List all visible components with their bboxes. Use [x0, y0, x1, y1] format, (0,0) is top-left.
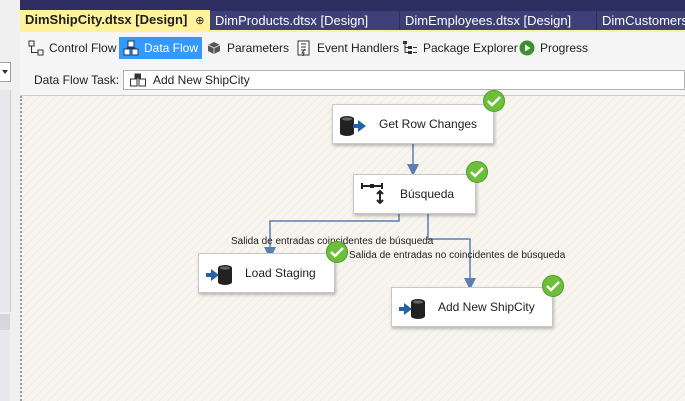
tab-parameters[interactable]: Parameters	[206, 37, 289, 59]
success-check-icon	[326, 241, 348, 263]
designer-toolbar: Control Flow Data Flow Parameters Event …	[20, 30, 685, 64]
path-busqueda-to-add-new-shipcity	[427, 214, 476, 290]
tab-event-handlers[interactable]: Event Handlers	[296, 37, 399, 59]
tab-dimcustomers[interactable]: DimCustomers	[597, 11, 685, 30]
component-load-staging[interactable]: Load Staging	[198, 253, 335, 293]
data-flow-task-icon	[130, 73, 146, 87]
component-add-new-shipcity[interactable]: Add New ShipCity	[391, 287, 553, 327]
tab-label: DimShipCity.dtsx [Design]	[25, 12, 188, 27]
tab-dimproducts[interactable]: DimProducts.dtsx [Design]	[210, 11, 399, 30]
component-label: Add New ShipCity	[438, 300, 535, 314]
pin-icon[interactable]: ⊕	[195, 15, 204, 27]
left-panel-selected-row[interactable]	[0, 314, 10, 330]
component-label: Búsqueda	[400, 187, 455, 201]
event-handlers-icon	[297, 40, 310, 56]
tab-control-flow[interactable]: Control Flow	[28, 37, 116, 59]
left-panel	[0, 0, 21, 401]
data-flow-task-select[interactable]: Add New ShipCity	[123, 70, 685, 90]
component-busqueda[interactable]: Búsqueda	[353, 174, 476, 214]
success-check-icon	[483, 90, 505, 112]
data-flow-task-value: Add New ShipCity	[153, 73, 250, 87]
tab-label: DimProducts.dtsx [Design]	[215, 13, 369, 28]
tab-data-flow[interactable]: Data Flow	[119, 37, 203, 59]
data-flow-task-label: Data Flow Task:	[34, 73, 120, 87]
parameters-icon	[207, 42, 221, 54]
left-panel-scroll-area-lower[interactable]	[0, 330, 10, 401]
tab-dimshipcity[interactable]: DimShipCity.dtsx [Design]⊕×	[20, 10, 210, 30]
package-explorer-icon	[403, 41, 417, 54]
document-tab-strip: DimShipCity.dtsx [Design]⊕× DimProducts.…	[20, 0, 685, 30]
left-panel-scroll-area[interactable]	[0, 90, 11, 312]
left-panel-dropdown[interactable]	[0, 62, 11, 82]
success-check-icon	[466, 161, 488, 183]
control-flow-icon	[28, 40, 44, 56]
tab-progress[interactable]: Progress	[519, 37, 588, 59]
data-flow-design-surface[interactable]: Get Row Changes Búsqueda Salida de entra…	[20, 90, 685, 401]
component-label: Get Row Changes	[379, 117, 478, 131]
component-label: Load Staging	[245, 266, 316, 280]
progress-icon	[519, 40, 535, 56]
data-flow-task-bar: Data Flow Task: Add New ShipCity	[20, 64, 685, 96]
component-get-row-changes[interactable]: Get Row Changes	[332, 104, 494, 144]
tab-package-explorer[interactable]: Package Explorer	[402, 37, 518, 59]
success-check-icon	[542, 275, 564, 297]
tab-dimemployees[interactable]: DimEmployees.dtsx [Design]	[400, 11, 596, 30]
data-flow-icon	[123, 40, 139, 56]
path-label-no-match: Salida de entradas no coincidentes de bú…	[349, 250, 566, 261]
tab-label: DimEmployees.dtsx [Design]	[405, 13, 572, 28]
tab-label: DimCustomers	[602, 13, 685, 28]
